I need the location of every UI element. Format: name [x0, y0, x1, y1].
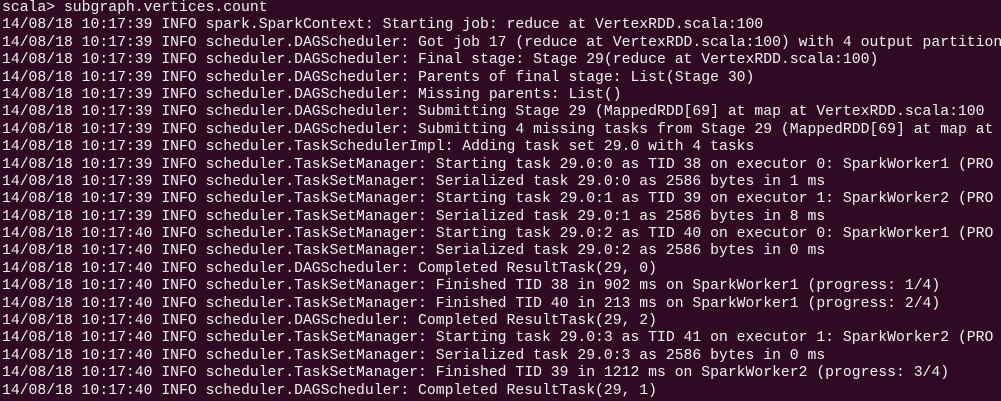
log-line: 14/08/18 10:17:40 INFO scheduler.TaskSet… — [2, 295, 941, 312]
log-line: 14/08/18 10:17:39 INFO scheduler.DAGSche… — [2, 86, 622, 103]
log-line: 14/08/18 10:17:39 INFO spark.SparkContex… — [2, 17, 764, 34]
log-line: 14/08/18 10:17:40 INFO scheduler.DAGSche… — [2, 260, 658, 277]
log-line: 14/08/18 10:17:40 INFO scheduler.TaskSet… — [2, 226, 994, 243]
log-line: 14/08/18 10:17:40 INFO scheduler.TaskSet… — [2, 243, 826, 260]
log-line: 14/08/18 10:17:40 INFO scheduler.DAGSche… — [2, 313, 658, 330]
log-line: 14/08/18 10:17:39 INFO scheduler.DAGSche… — [2, 121, 994, 138]
log-line: 14/08/18 10:17:39 INFO scheduler.DAGSche… — [2, 34, 1001, 51]
log-line: 14/08/18 10:17:39 INFO scheduler.TaskSch… — [2, 139, 755, 156]
log-line: 14/08/18 10:17:40 INFO scheduler.TaskSet… — [2, 330, 994, 347]
terminal-output[interactable]: scala> subgraph.vertices.count 14/08/18 1… — [0, 0, 1001, 401]
prompt-line: scala> subgraph.vertices.count — [2, 0, 268, 16]
log-line: 14/08/18 10:17:39 INFO scheduler.DAGSche… — [2, 52, 879, 69]
log-line: 14/08/18 10:17:39 INFO scheduler.TaskSet… — [2, 191, 994, 208]
log-line: 14/08/18 10:17:40 INFO scheduler.TaskSet… — [2, 347, 826, 364]
log-line: 14/08/18 10:17:39 INFO scheduler.TaskSet… — [2, 173, 826, 190]
log-line: 14/08/18 10:17:39 INFO scheduler.TaskSet… — [2, 208, 826, 225]
log-line: 14/08/18 10:17:40 INFO scheduler.TaskSet… — [2, 278, 941, 295]
log-line: 14/08/18 10:17:40 INFO scheduler.TaskSet… — [2, 365, 950, 382]
log-line: 14/08/18 10:17:39 INFO scheduler.DAGSche… — [2, 104, 985, 121]
log-line: 14/08/18 10:17:39 INFO scheduler.TaskSet… — [2, 156, 994, 173]
log-line: 14/08/18 10:17:39 INFO scheduler.DAGSche… — [2, 69, 755, 86]
log-line: 14/08/18 10:17:40 INFO scheduler.DAGSche… — [2, 382, 658, 399]
